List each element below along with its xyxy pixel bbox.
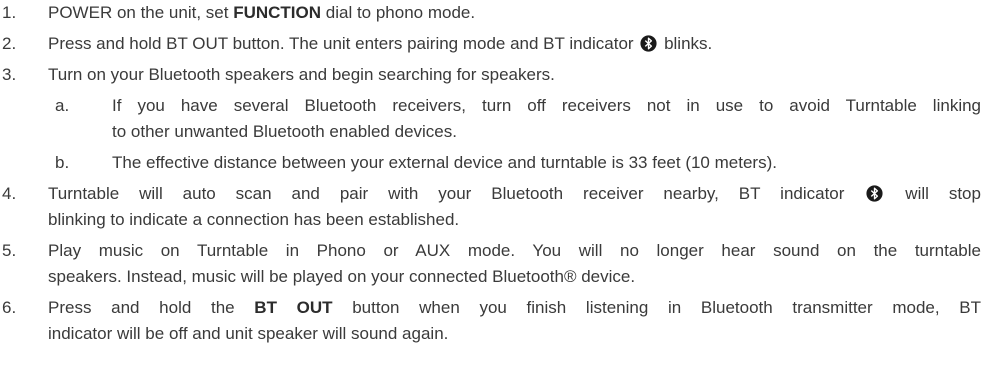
step-4: 4. Turntable will auto scan and pair wit… xyxy=(0,182,992,206)
substep-letter: a. xyxy=(55,96,70,115)
step-6: 6. Press and hold the BT OUT button when… xyxy=(0,296,992,320)
step-text: POWER on the unit, set FUNCTION dial to … xyxy=(48,3,476,22)
step-4-cont: blinking to indicate a connection has be… xyxy=(0,208,992,232)
step-5-cont: speakers. Instead, music will be played … xyxy=(0,265,992,289)
step-text: Turn on your Bluetooth speakers and begi… xyxy=(48,65,555,84)
substep-text: to other unwanted Bluetooth enabled devi… xyxy=(112,122,457,141)
substep-text: If you have several Bluetooth receivers,… xyxy=(112,96,981,115)
step-text: Turntable will auto scan and pair with y… xyxy=(48,184,981,203)
step-number: 6. xyxy=(2,298,17,317)
function-label: FUNCTION xyxy=(233,3,322,22)
step-2: 2. Press and hold BT OUT button. The uni… xyxy=(0,32,992,56)
step-number: 3. xyxy=(2,65,17,84)
substep-text: The effective distance between your exte… xyxy=(112,153,777,172)
step-5: 5. Play music on Turntable in Phono or A… xyxy=(0,239,992,263)
bluetooth-icon xyxy=(866,185,883,202)
substep-letter: b. xyxy=(55,153,70,172)
step-text: Press and hold the BT OUT button when yo… xyxy=(48,298,981,317)
step-text: Press and hold BT OUT button. The unit e… xyxy=(48,34,713,53)
step-text: indicator will be off and unit speaker w… xyxy=(48,324,449,343)
step-text: Play music on Turntable in Phono or AUX … xyxy=(48,241,981,260)
step-3a-cont: to other unwanted Bluetooth enabled devi… xyxy=(0,120,992,144)
step-number: 4. xyxy=(2,184,17,203)
step-3b: b. The effective distance between your e… xyxy=(0,151,992,175)
bt-out-label: BT OUT xyxy=(254,298,333,317)
step-number: 5. xyxy=(2,241,17,260)
step-3: 3. Turn on your Bluetooth speakers and b… xyxy=(0,63,992,87)
bluetooth-icon xyxy=(640,35,657,52)
step-number: 1. xyxy=(2,3,17,22)
step-number: 2. xyxy=(2,34,17,53)
step-6-cont: indicator will be off and unit speaker w… xyxy=(0,322,992,346)
step-3a: a. If you have several Bluetooth receive… xyxy=(0,94,992,118)
step-text: speakers. Instead, music will be played … xyxy=(48,267,636,286)
step-1: 1. POWER on the unit, set FUNCTION dial … xyxy=(0,1,992,25)
step-text: blinking to indicate a connection has be… xyxy=(48,210,460,229)
